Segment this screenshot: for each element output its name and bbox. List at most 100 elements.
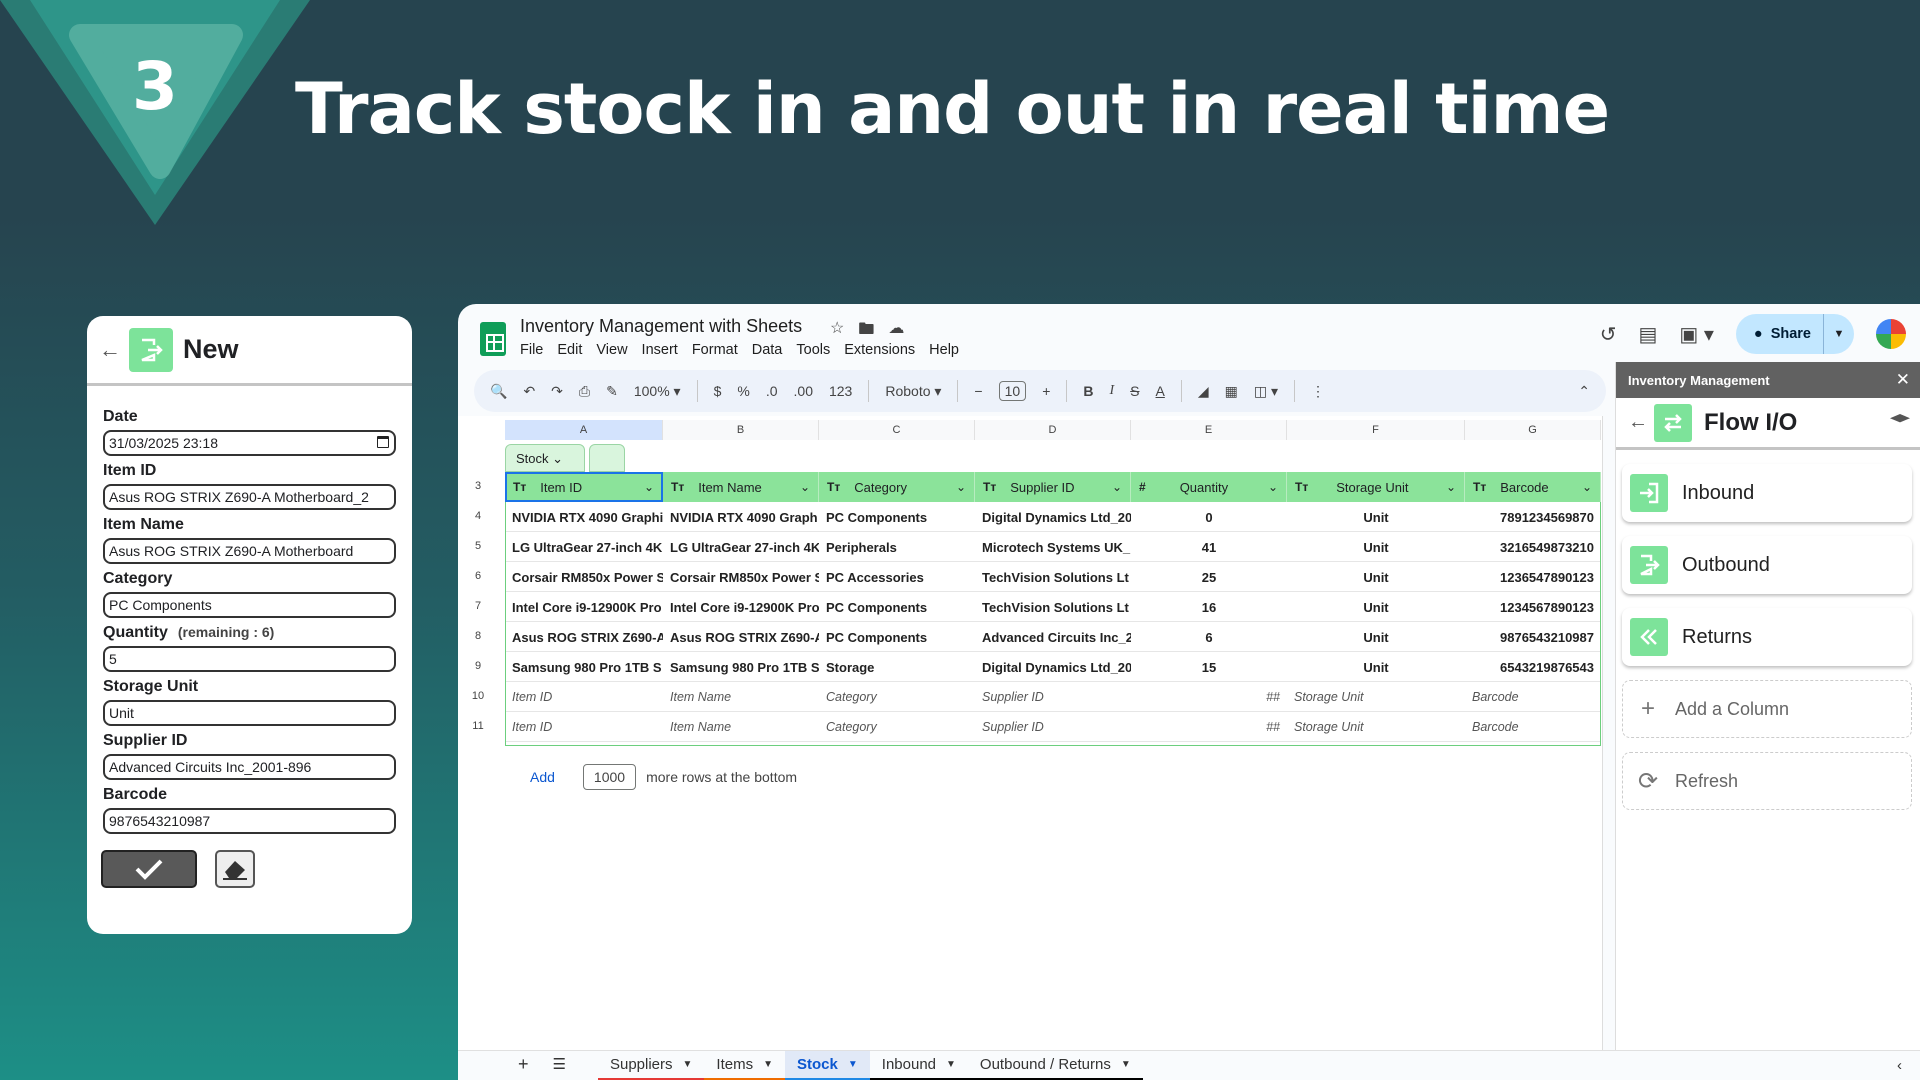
table-cell[interactable]: 7891234569870 <box>1465 502 1601 532</box>
table-cell[interactable]: Category <box>819 712 975 742</box>
table-cell[interactable]: Samsung 980 Pro 1TB S <box>505 652 663 682</box>
table-cell[interactable]: Intel Core i9-12900K Pro <box>663 592 819 622</box>
table-cell[interactable]: Corsair RM850x Power S <box>663 562 819 592</box>
table-cell[interactable]: Unit <box>1287 502 1465 532</box>
table-cell[interactable]: Asus ROG STRIX Z690-A <box>663 622 819 652</box>
refresh-button[interactable]: ⟳ Refresh <box>1622 752 1912 810</box>
fill-color-icon[interactable]: ◢ <box>1198 383 1209 400</box>
table-cell[interactable]: 6543219876543 <box>1465 652 1601 682</box>
back-arrow-icon[interactable]: ← <box>99 337 129 363</box>
header-storage-unit[interactable]: Tт Storage Unit ⌄ <box>1287 472 1465 502</box>
table-name-chip[interactable]: Stock ⌄ <box>505 444 585 472</box>
header-barcode[interactable]: Tт Barcode ⌄ <box>1465 472 1601 502</box>
search-menus-icon[interactable]: 🔍 <box>490 383 507 400</box>
column-header-c[interactable]: C <box>819 420 975 440</box>
table-cell[interactable]: LG UltraGear 27-inch 4K <box>663 532 819 562</box>
table-cell[interactable]: Digital Dynamics Ltd_20 <box>975 652 1131 682</box>
row-number[interactable]: 8 <box>458 630 498 642</box>
spreadsheet-grid[interactable]: A B C D E F G Stock ⌄ 3 Tт Item ID ⌄ Tт Ite… <box>458 416 1603 1056</box>
percent-format-button[interactable]: % <box>737 383 749 399</box>
chevron-down-icon[interactable]: ⌄ <box>1446 480 1456 494</box>
menu-data[interactable]: Data <box>752 342 783 358</box>
table-cell[interactable]: Unit <box>1287 592 1465 622</box>
table-cell[interactable]: PC Accessories <box>819 562 975 592</box>
submit-button[interactable] <box>101 850 197 888</box>
table-cell[interactable]: PC Components <box>819 502 975 532</box>
collapse-sidebar-icon[interactable]: ‹ <box>1897 1057 1902 1074</box>
chevron-down-icon[interactable]: ⌄ <box>956 480 966 494</box>
category-field[interactable]: PC Components <box>103 592 396 618</box>
returns-button[interactable]: Returns <box>1622 608 1912 666</box>
table-cell[interactable]: Samsung 980 Pro 1TB S <box>663 652 819 682</box>
more-options-icon[interactable]: ⋮ <box>1311 383 1325 400</box>
barcode-field[interactable]: 9876543210987 <box>103 808 396 834</box>
header-item-id[interactable]: Tт Item ID ⌄ <box>505 472 663 502</box>
share-button[interactable]: ● Share ▼ <box>1735 314 1854 354</box>
date-field[interactable]: 31/03/2025 23:18 <box>103 430 396 456</box>
storage-unit-field[interactable]: Unit <box>103 700 396 726</box>
quantity-field[interactable]: 5 <box>103 646 396 672</box>
table-cell[interactable]: Peripherals <box>819 532 975 562</box>
item-name-field[interactable]: Asus ROG STRIX Z690-A Motherboard <box>103 538 396 564</box>
table-cell[interactable]: TechVision Solutions Lt <box>975 562 1131 592</box>
table-cell[interactable]: PC Components <box>819 592 975 622</box>
row-number[interactable]: 10 <box>458 690 498 702</box>
header-supplier-id[interactable]: Tт Supplier ID ⌄ <box>975 472 1131 502</box>
column-header-b[interactable]: B <box>663 420 819 440</box>
table-cell[interactable]: Advanced Circuits Inc_2 <box>975 622 1131 652</box>
calendar-icon[interactable] <box>377 436 389 448</box>
document-title[interactable]: Inventory Management with Sheets <box>520 316 802 337</box>
bold-icon[interactable]: B <box>1083 383 1093 399</box>
chevron-down-icon[interactable]: ⌄ <box>1268 480 1278 494</box>
table-cell[interactable]: 15 <box>1131 652 1287 682</box>
font-select[interactable]: Roboto ▾ <box>885 383 941 400</box>
row-number[interactable]: 7 <box>458 600 498 612</box>
table-cell[interactable]: Item Name <box>663 712 819 742</box>
add-rows-button[interactable]: Add <box>530 769 555 785</box>
sheet-tab-stock[interactable]: Stock ▼ <box>785 1050 870 1080</box>
add-sheet-icon[interactable]: + <box>506 1051 541 1080</box>
meet-camera-icon[interactable]: ▣ ▾ <box>1679 322 1714 347</box>
star-icon[interactable]: ☆ <box>830 318 844 345</box>
table-cell[interactable]: LG UltraGear 27-inch 4K <box>505 532 663 562</box>
move-folder-icon[interactable]: 🖿 <box>858 318 874 345</box>
table-cell[interactable]: 1236547890123 <box>1465 562 1601 592</box>
sheet-tab-suppliers[interactable]: Suppliers ▼ <box>597 1051 705 1080</box>
caret-down-icon[interactable]: ▼ <box>1121 1059 1131 1070</box>
sheet-tab-items[interactable]: Items ▼ <box>704 1051 786 1080</box>
outbound-button[interactable]: Outbound <box>1622 536 1912 594</box>
currency-format-button[interactable]: $ <box>714 383 722 399</box>
table-cell[interactable]: Unit <box>1287 562 1465 592</box>
item-id-field[interactable]: Asus ROG STRIX Z690-A Motherboard_2 <box>103 484 396 510</box>
chevron-down-icon[interactable]: ⌄ <box>1112 480 1122 494</box>
table-cell[interactable]: ## <box>1131 712 1287 742</box>
table-cell[interactable]: Intel Core i9-12900K Pro <box>505 592 663 622</box>
graduation-cap-icon[interactable] <box>1890 414 1910 423</box>
table-cell[interactable]: Storage <box>819 652 975 682</box>
history-icon[interactable]: ↺ <box>1600 322 1617 347</box>
table-cell[interactable]: Unit <box>1287 652 1465 682</box>
table-cell[interactable]: 25 <box>1131 562 1287 592</box>
row-number[interactable]: 4 <box>458 510 498 522</box>
merge-cells-icon[interactable]: ◫ ▾ <box>1254 383 1278 400</box>
table-cell[interactable]: 41 <box>1131 532 1287 562</box>
undo-icon[interactable]: ↶ <box>523 383 535 400</box>
table-cell[interactable]: 6 <box>1131 622 1287 652</box>
increase-decimal-button[interactable]: .00 <box>794 383 813 399</box>
column-header-g[interactable]: G <box>1465 420 1601 440</box>
chevron-down-icon[interactable]: ⌄ <box>1582 480 1592 494</box>
borders-icon[interactable]: ▦ <box>1225 383 1238 400</box>
font-size-decrease-icon[interactable]: − <box>974 383 982 399</box>
table-cell[interactable]: Storage Unit <box>1287 712 1465 742</box>
menu-file[interactable]: File <box>520 342 543 358</box>
table-cell[interactable]: 3216549873210 <box>1465 532 1601 562</box>
table-cell[interactable]: Microtech Systems UK_ <box>975 532 1131 562</box>
table-cell[interactable]: NVIDIA RTX 4090 Graphi <box>505 502 663 532</box>
menu-extensions[interactable]: Extensions <box>844 342 915 358</box>
supplier-id-field[interactable]: Advanced Circuits Inc_2001-896 <box>103 754 396 780</box>
table-cell[interactable]: 9876543210987 <box>1465 622 1601 652</box>
add-rows-count-input[interactable]: 1000 <box>582 764 637 790</box>
row-number[interactable]: 11 <box>458 720 498 732</box>
font-size-input[interactable]: 10 <box>998 381 1027 401</box>
collapse-toolbar-icon[interactable]: ⌃ <box>1578 383 1590 400</box>
